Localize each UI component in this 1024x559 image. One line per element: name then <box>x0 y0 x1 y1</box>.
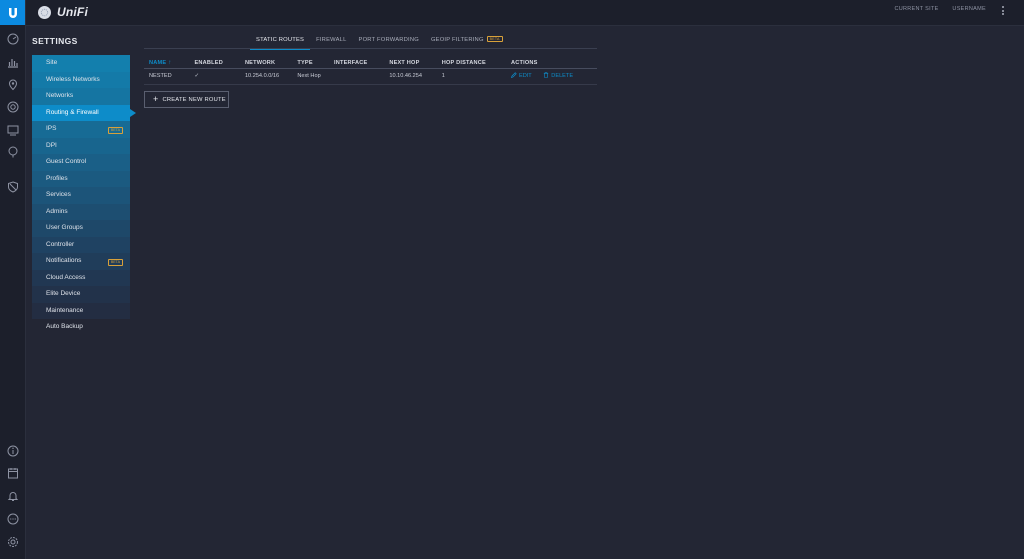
sidebar-item-guest-control[interactable]: Guest Control <box>32 154 130 171</box>
top-bar: UniFi CURRENT SITE USERNAME <box>26 0 1024 26</box>
sidebar-item-label: Cloud Access <box>46 273 86 281</box>
sidebar-item-label: Routing & Firewall <box>46 108 99 116</box>
plus-icon: + <box>153 94 159 104</box>
calendar-icon[interactable] <box>6 466 19 479</box>
beta-badge: BETA <box>107 258 123 266</box>
column-header-network[interactable]: NETWORK <box>245 58 297 68</box>
tab-firewall[interactable]: FIREWALL <box>310 36 352 48</box>
sidebar-item-maintenance[interactable]: Maintenance <box>32 302 130 319</box>
sort-ascending-icon: ↑ <box>168 60 172 66</box>
sidebar-item-user-groups[interactable]: User Groups <box>32 220 130 237</box>
sidebar-item-services[interactable]: Services <box>32 187 130 204</box>
tab-geoip-filtering[interactable]: GEOIP FILTERING BETA <box>425 36 509 48</box>
column-header-name[interactable]: NAME ↑ <box>144 58 195 68</box>
page-title: SETTINGS <box>32 36 78 46</box>
edit-button[interactable]: EDIT <box>510 72 532 79</box>
sidebar-item-label: Profiles <box>46 174 68 182</box>
tab-label: GEOIP FILTERING <box>430 37 484 43</box>
cell-interface <box>334 69 389 84</box>
icon-rail <box>0 0 26 559</box>
shield-icon[interactable] <box>6 180 19 193</box>
cell-enabled: ✓ <box>194 73 200 79</box>
tab-label: STATIC ROUTES <box>256 37 305 43</box>
sidebar-item-label: DPI <box>46 141 57 149</box>
table-header: NAME ↑ ENABLED NETWORK TYPE INTERFACE NEX… <box>144 58 597 69</box>
sidebar-item-label: Controller <box>46 240 75 248</box>
cell-type: Next Hop <box>297 73 321 79</box>
sidebar-item-dpi[interactable]: DPI <box>32 137 130 154</box>
clients-icon[interactable] <box>6 123 19 136</box>
sidebar-item-notifications[interactable]: Notifications BETA <box>32 253 130 270</box>
sidebar-item-label: Notifications <box>46 257 82 264</box>
column-header-hop-distance[interactable]: HOP DISTANCE <box>442 58 511 68</box>
more-options-icon[interactable] <box>1002 5 1006 17</box>
column-header-interface[interactable]: INTERFACE <box>334 58 389 68</box>
bell-icon[interactable] <box>6 489 19 502</box>
cell-hop-distance: 1 <box>441 73 445 79</box>
sidebar-item-routing-firewall[interactable]: Routing & Firewall <box>32 104 136 121</box>
sidebar-item-cloud-access[interactable]: Cloud Access <box>32 269 130 286</box>
cell-network: 10.254.0.0/16 <box>244 73 280 79</box>
settings-gear-icon[interactable] <box>6 535 19 548</box>
column-header-enabled[interactable]: ENABLED <box>195 58 245 68</box>
create-new-route-button[interactable]: + CREATE NEW ROUTE <box>144 91 229 108</box>
chat-icon[interactable] <box>6 512 19 525</box>
sidebar-item-label: IPS <box>46 125 57 132</box>
map-icon[interactable] <box>6 78 19 91</box>
cell-next-hop: 10.10.46.254 <box>389 73 422 79</box>
static-routes-table: NAME ↑ ENABLED NETWORK TYPE INTERFACE NEX… <box>144 58 597 85</box>
column-header-actions: ACTIONS <box>510 60 538 66</box>
sidebar-item-label: Admins <box>46 207 68 215</box>
info-icon[interactable] <box>6 444 19 457</box>
cell-actions: EDIT DELETE <box>510 69 597 84</box>
settings-tabs: STATIC ROUTES FIREWALL PORT FORWARDING GEOI… <box>250 36 509 50</box>
sidebar-item-auto-backup[interactable]: Auto Backup <box>32 319 130 336</box>
sidebar-item-label: Auto Backup <box>46 323 83 330</box>
sidebar-item-networks[interactable]: Networks <box>32 88 130 105</box>
dashboard-icon[interactable] <box>6 32 19 45</box>
unifi-logo-icon <box>38 5 51 19</box>
create-new-route-label: CREATE NEW ROUTE <box>162 96 226 103</box>
sidebar-item-ips[interactable]: IPS BETA <box>32 121 130 138</box>
sidebar-item-label: Site <box>46 59 58 66</box>
top-right-controls: CURRENT SITE USERNAME <box>882 6 986 12</box>
sidebar-item-profiles[interactable]: Profiles <box>32 170 130 187</box>
tabs-divider <box>144 48 597 49</box>
brand[interactable]: UniFi <box>38 5 88 19</box>
beta-badge: BETA <box>486 36 503 42</box>
column-header-type[interactable]: TYPE <box>297 58 334 68</box>
sidebar-item-label: Networks <box>46 92 74 99</box>
username-menu[interactable]: USERNAME <box>952 6 986 12</box>
cell-name: NESTED <box>149 73 172 79</box>
sidebar-item-wireless-networks[interactable]: Wireless Networks <box>32 71 130 88</box>
trash-icon <box>544 72 549 78</box>
ubiquiti-logo-icon[interactable] <box>0 0 25 25</box>
sidebar-item-controller[interactable]: Controller <box>32 236 130 253</box>
delete-label: DELETE <box>551 73 574 79</box>
devices-icon[interactable] <box>6 100 19 113</box>
insights-icon[interactable] <box>6 145 19 158</box>
beta-badge: BETA <box>107 126 123 134</box>
column-header-next-hop[interactable]: NEXT HOP <box>389 58 441 68</box>
pencil-icon <box>510 72 517 79</box>
sidebar-item-site[interactable]: Site <box>32 55 130 72</box>
sidebar-item-label: Wireless Networks <box>46 75 100 83</box>
edit-label: EDIT <box>518 73 532 79</box>
sidebar-item-label: Services <box>46 191 71 198</box>
sidebar-item-label: Maintenance <box>46 306 84 314</box>
table-row: NESTED ✓ 10.254.0.0/16 Next Hop 10.10.46… <box>144 69 597 85</box>
brand-name: UniFi <box>57 5 88 19</box>
sidebar-item-label: Elite Device <box>46 290 81 297</box>
settings-sidebar: Site Wireless Networks Networks Routing & F… <box>32 55 136 336</box>
tab-label: PORT FORWARDING <box>358 37 419 43</box>
delete-button[interactable]: DELETE <box>543 72 574 79</box>
current-site-menu[interactable]: CURRENT SITE <box>894 6 938 12</box>
sidebar-item-admins[interactable]: Admins <box>32 203 130 220</box>
tab-label: FIREWALL <box>316 37 347 43</box>
sidebar-item-label: Guest Control <box>46 158 87 165</box>
sidebar-item-elite-device[interactable]: Elite Device <box>32 286 130 303</box>
statistics-icon[interactable] <box>6 55 19 68</box>
tab-port-forwarding[interactable]: PORT FORWARDING <box>353 36 425 48</box>
sidebar-item-label: User Groups <box>46 224 83 231</box>
